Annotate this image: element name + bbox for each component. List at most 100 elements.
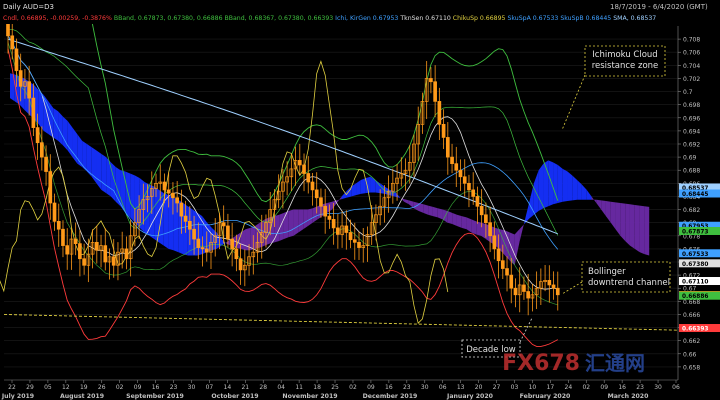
x-tick-label: 26 xyxy=(98,384,106,391)
candle-body xyxy=(18,70,23,87)
x-tick-label: 11 xyxy=(295,384,303,391)
cloud-segment xyxy=(567,171,573,202)
y-tick-label: 0.694 xyxy=(683,128,700,135)
legend-item: SkuSpB 0.68445 xyxy=(558,15,611,22)
candle-body xyxy=(500,260,505,269)
candle-body xyxy=(10,35,15,50)
x-tick-label: 06 xyxy=(672,384,680,391)
cloud-segment xyxy=(529,183,534,219)
candle-body xyxy=(221,222,226,227)
candle-body xyxy=(238,258,243,271)
candle-body xyxy=(551,284,556,289)
cloud-segment xyxy=(62,116,68,151)
candle-body xyxy=(492,235,497,250)
candle-body xyxy=(196,238,201,248)
cloud-segment xyxy=(82,140,87,172)
candle-body xyxy=(192,228,196,240)
x-tick-label: 05 xyxy=(44,384,52,391)
candle-body xyxy=(175,197,179,204)
x-tick-label: 17 xyxy=(547,384,555,391)
candle-body xyxy=(310,181,315,191)
candle-body xyxy=(61,228,65,246)
cloud-segment xyxy=(428,205,433,217)
candle-body xyxy=(6,22,10,37)
price-tag-label: 0.68445 xyxy=(682,192,708,198)
candle-body xyxy=(327,215,332,220)
candle-body xyxy=(526,291,530,299)
candle-body xyxy=(484,214,488,224)
cloud-segment xyxy=(581,184,587,200)
cloud-segment xyxy=(360,178,366,194)
decade-low-pointer xyxy=(519,317,533,343)
cloud-segment xyxy=(605,201,611,223)
candle-body xyxy=(496,248,501,262)
candle-body xyxy=(336,227,340,235)
candle-body xyxy=(44,156,48,172)
candle-body xyxy=(505,268,509,276)
cloud-segment xyxy=(466,217,472,233)
candle-body xyxy=(14,48,19,71)
candle-body xyxy=(40,142,44,158)
candle-body xyxy=(171,192,175,199)
y-tick-label: 0.682 xyxy=(683,207,700,214)
x-tick-label: 02 xyxy=(349,384,357,391)
cloud-segment xyxy=(562,168,568,202)
cloud-segment xyxy=(572,175,578,201)
x-tick-label: 12 xyxy=(62,384,70,391)
candlestick-chart[interactable]: 0.708 0.706 0.704 0.702 0.7 0.698 0.696 0.694 0.… xyxy=(0,0,720,400)
price-tag-label: 0.67380 xyxy=(682,262,708,268)
cloud-segment xyxy=(586,189,592,200)
candle-body xyxy=(111,256,116,266)
cloud-segment xyxy=(620,203,626,242)
candle-body xyxy=(35,127,40,144)
x-tick-label: 09 xyxy=(367,384,375,391)
cloud-segment xyxy=(250,225,256,251)
x-tick-label: 16 xyxy=(152,384,160,391)
cloud-segment xyxy=(639,205,645,255)
cloud-segment xyxy=(283,210,289,240)
candle-body xyxy=(65,245,70,255)
candle-body xyxy=(204,248,209,253)
x-month-label: July 2019 xyxy=(1,393,34,400)
indicator-legend: Cndl, 0.66895, -0.00259, -0.3876% BBand,… xyxy=(3,15,656,22)
candle-body xyxy=(348,232,353,241)
candle-body xyxy=(479,205,484,216)
x-tick-label: 04 xyxy=(277,384,285,391)
candle-body xyxy=(94,241,99,251)
x-tick-label: 21 xyxy=(241,384,249,391)
legend-item: SkuSpA 0.67533 xyxy=(506,15,559,22)
y-tick-label: 0.702 xyxy=(683,76,700,83)
legend-item: SMA, 0.68537 xyxy=(611,15,656,22)
x-tick-label: 03 xyxy=(511,384,519,391)
candle-body xyxy=(555,287,560,296)
cloud-segment xyxy=(293,209,299,236)
y-tick-label: 0.662 xyxy=(683,338,700,345)
cloud-segment xyxy=(432,206,438,218)
candle-body xyxy=(471,189,476,197)
candle-body xyxy=(226,225,230,240)
cloud-segment xyxy=(86,144,92,177)
cloud-segment xyxy=(53,107,59,141)
candle-body xyxy=(323,205,328,217)
candle-body xyxy=(56,221,61,230)
candle-body xyxy=(445,137,450,158)
candle-body xyxy=(27,81,31,99)
x-tick-label: 16 xyxy=(385,384,393,391)
cloud-segment xyxy=(288,209,294,238)
cloud-segment xyxy=(375,180,381,194)
y-tick-label: 0.688 xyxy=(683,168,700,175)
x-month-label: November 2019 xyxy=(282,393,337,400)
cloud-segment xyxy=(48,101,54,138)
candle-body xyxy=(73,238,78,244)
cloud-segment xyxy=(476,221,481,236)
x-tick-label: 27 xyxy=(493,384,501,391)
cloud-segment xyxy=(519,222,525,243)
cloud-segment xyxy=(615,202,621,236)
cloud-segment xyxy=(437,208,443,220)
price-tag-label: 0.67533 xyxy=(682,252,708,258)
x-tick-label: 23 xyxy=(170,384,178,391)
cloud-segment xyxy=(596,199,602,210)
candle-body xyxy=(429,78,433,83)
candle-body xyxy=(200,247,205,250)
candle-body xyxy=(188,221,192,230)
